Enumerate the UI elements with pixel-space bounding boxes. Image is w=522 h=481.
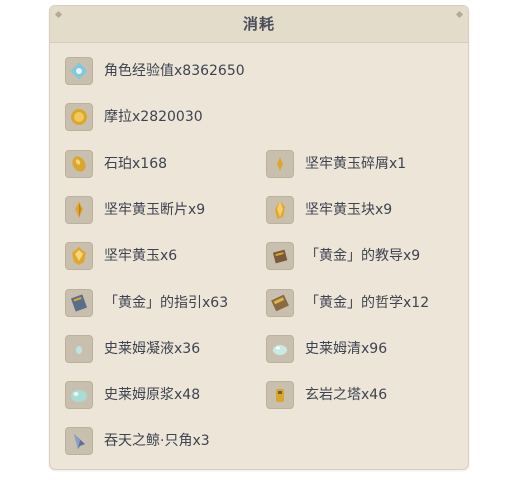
- material-item-topaz-gemstone: 坚牢黄玉x6: [65, 242, 255, 272]
- material-item-guide-to-gold: 「黄金」的指引x63: [65, 289, 255, 319]
- material-label: 坚牢黄玉块x9: [305, 202, 393, 218]
- slime-secretions-icon: [266, 335, 294, 363]
- material-label: 摩拉x2820030: [104, 109, 203, 125]
- topaz-sliver-icon: [266, 150, 294, 178]
- material-label: 石珀x168: [104, 156, 168, 172]
- material-label: 史莱姆凝液x36: [104, 341, 201, 357]
- teachings-of-gold-icon: [266, 242, 294, 270]
- material-label: 坚牢黄玉碎屑x1: [305, 156, 407, 172]
- material-item-slime-concentrate: 史莱姆原浆x48: [65, 381, 255, 411]
- material-label: 坚牢黄玉x6: [104, 248, 178, 264]
- material-label: 「黄金」的哲学x12: [305, 295, 430, 311]
- material-item-philosophies-of-gold: 「黄金」的哲学x12: [266, 289, 456, 319]
- material-label: 角色经验值x8362650: [104, 63, 245, 79]
- material-item-topaz-fragment: 坚牢黄玉断片x9: [65, 196, 255, 226]
- material-label: 「黄金」的教导x9: [305, 248, 421, 264]
- material-item-slime-secretions: 史莱姆清x96: [266, 335, 456, 365]
- material-item-cor-lapis: 石珀x168: [65, 150, 255, 180]
- material-item-slime-condensate: 史莱姆凝液x36: [65, 335, 255, 365]
- consumption-panel: 消耗 角色经验值x8362650 摩拉x2820030 石珀x168 坚牢黄玉碎…: [49, 5, 469, 470]
- whale-horn-icon: [65, 427, 93, 455]
- material-item-basalt-pillar: 玄岩之塔x46: [266, 381, 456, 411]
- material-label: 史莱姆清x96: [305, 341, 388, 357]
- material-item-topaz-chunk: 坚牢黄玉块x9: [266, 196, 456, 226]
- material-label: 坚牢黄玉断片x9: [104, 202, 206, 218]
- material-item-teachings-of-gold: 「黄金」的教导x9: [266, 242, 456, 272]
- cor-lapis-icon: [65, 150, 93, 178]
- material-label: 史莱姆原浆x48: [104, 387, 201, 403]
- topaz-gemstone-icon: [65, 242, 93, 270]
- material-label: 玄岩之塔x46: [305, 387, 388, 403]
- slime-concentrate-icon: [65, 381, 93, 409]
- material-label: 「黄金」的指引x63: [104, 295, 229, 311]
- slime-condensate-icon: [65, 335, 93, 363]
- basalt-pillar-icon: [266, 381, 294, 409]
- philosophies-of-gold-icon: [266, 289, 294, 317]
- panel-header: 消耗: [50, 6, 468, 43]
- material-item-whale-horn: 吞天之鲸·只角x3: [65, 427, 285, 457]
- material-item-hero-wit: 角色经验值x8362650: [65, 57, 265, 87]
- material-label: 吞天之鲸·只角x3: [104, 433, 210, 449]
- topaz-fragment-icon: [65, 196, 93, 224]
- material-item-topaz-sliver: 坚牢黄玉碎屑x1: [266, 150, 456, 180]
- guide-to-gold-icon: [65, 289, 93, 317]
- mora-icon: [65, 103, 93, 131]
- material-item-mora: 摩拉x2820030: [65, 103, 265, 133]
- topaz-chunk-icon: [266, 196, 294, 224]
- panel-title: 消耗: [242, 15, 275, 33]
- hero-wit-icon: [65, 57, 93, 85]
